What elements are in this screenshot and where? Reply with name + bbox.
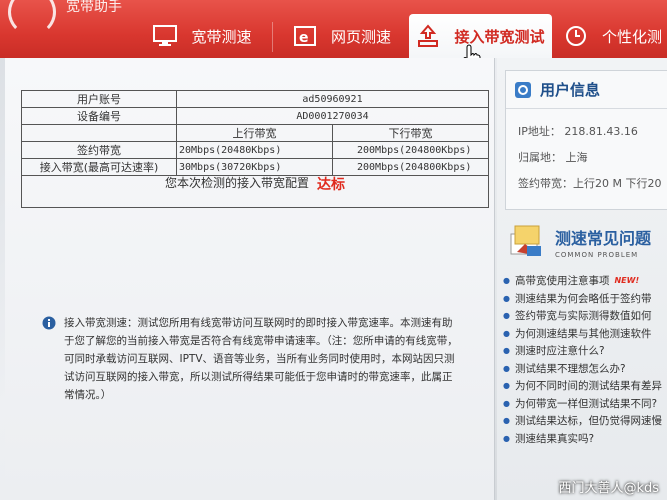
- speed-gauge-icon: [8, 0, 56, 36]
- bullet-icon: ●: [503, 398, 510, 408]
- browser-icon: e: [293, 24, 317, 48]
- upload-header: 上行带宽: [176, 124, 333, 142]
- user-contract: 签约带宽：上行20 M 下行20: [518, 177, 662, 190]
- device-value: AD0001270034: [176, 107, 489, 125]
- account-value: ad50960921: [176, 90, 489, 108]
- svg-text:e: e: [299, 30, 309, 46]
- faq-link[interactable]: 签约带宽与实际测得数值如何: [515, 308, 652, 323]
- table-row: 设备编号 AD0001270034: [21, 107, 489, 125]
- bullet-icon: ●: [503, 328, 510, 338]
- contract-label: 签约带宽: [21, 141, 177, 159]
- table-row: 上行带宽 下行带宽: [21, 124, 489, 142]
- bullet-icon: ●: [503, 381, 510, 391]
- result-status: 达标: [317, 177, 345, 193]
- faq-item[interactable]: ● 测速时应注意什么?: [503, 342, 667, 360]
- user-ip: IP地址： 218.81.43.16: [518, 125, 638, 138]
- user-info-header: 用户信息: [506, 71, 667, 109]
- user-info-title: 用户信息: [540, 81, 601, 99]
- user-info-panel: 用户信息 IP地址： 218.81.43.16 归属地： 上海 签约带宽：上行2…: [505, 70, 667, 210]
- download-header: 下行带宽: [332, 124, 489, 142]
- result-summary: 您本次检测的接入带宽配置 达标: [21, 168, 489, 208]
- empty-header-cell: [21, 124, 177, 142]
- faq-link[interactable]: 测试结果不理想怎么办?: [515, 361, 626, 376]
- main-panel: 用户账号 ad50960921 设备编号 AD0001270034 上行带宽 下…: [5, 58, 495, 500]
- table-row: 用户账号 ad50960921: [21, 90, 489, 108]
- contract-up-value: 20Mbps(20480Kbps): [176, 141, 333, 159]
- tab-broadband-speed[interactable]: 宽带测速: [135, 14, 270, 58]
- faq-link[interactable]: 为何测速结果与其他测速软件: [515, 326, 652, 341]
- description-block: 接入带宽测速：测试您所用有线宽带访问互联网时的即时接入带宽速率。本测速有助于您了…: [42, 314, 460, 404]
- info-icon: [42, 316, 56, 330]
- faq-item[interactable]: ● 为何测速结果与其他测速软件: [503, 325, 667, 343]
- faq-item[interactable]: ● 测速结果为何会略低于签约带: [503, 290, 667, 308]
- app-title: 宽带助手: [66, 0, 122, 15]
- tab-label: 个性化测: [602, 27, 663, 46]
- faq-link[interactable]: 测试结果达标，但仍觉得网速慢: [515, 413, 662, 428]
- bullet-icon: ●: [503, 363, 510, 373]
- monitor-icon: [153, 24, 178, 48]
- faq-link[interactable]: 测速结果为何会略低于签约带: [515, 291, 652, 306]
- right-sidebar: 用户信息 IP地址： 218.81.43.16 归属地： 上海 签约带宽：上行2…: [497, 58, 667, 500]
- bullet-icon: ●: [503, 416, 510, 426]
- user-location: 归属地： 上海: [518, 151, 588, 164]
- faq-link[interactable]: 为何带宽一样但测试结果不同?: [515, 396, 657, 411]
- faq-header: 测速常见问题 COMMON PROBLEM: [507, 218, 667, 266]
- result-text: 您本次检测的接入带宽配置: [164, 176, 309, 190]
- contract-down-value: 200Mbps(204800Kbps): [332, 141, 489, 159]
- tab-webpage-speed[interactable]: e 网页测速: [276, 14, 408, 58]
- tab-label: 网页测速: [330, 27, 391, 46]
- faq-item[interactable]: ● 测速结果真实吗?: [503, 430, 667, 448]
- faq-link[interactable]: 高带宽使用注意事项: [515, 273, 610, 288]
- bullet-icon: ●: [503, 293, 510, 303]
- new-badge: NEW!: [614, 276, 640, 286]
- account-label: 用户账号: [21, 90, 177, 108]
- tab-personalized-test[interactable]: 个性化测: [556, 14, 667, 58]
- faq-link[interactable]: 测速时应注意什么?: [515, 343, 605, 358]
- faq-item[interactable]: ● 测试结果达标，但仍觉得网速慢: [503, 412, 667, 430]
- faq-icon: [510, 225, 541, 256]
- faq-subtitle: COMMON PROBLEM: [555, 251, 639, 259]
- faq-list: ● 高带宽使用注意事项 NEW! ● 测速结果为何会略低于签约带 ● 签约带宽与实际测得…: [503, 272, 667, 447]
- user-info-icon: [515, 81, 531, 98]
- bandwidth-table: 用户账号 ad50960921 设备编号 AD0001270034 上行带宽 下…: [21, 90, 489, 176]
- tab-label: 宽带测速: [191, 27, 252, 46]
- description-text: 接入带宽测速：测试您所用有线宽带访问互联网时的即时接入带宽速率。本测速有助于您了…: [64, 317, 458, 401]
- app-logo: 宽带助手: [0, 0, 135, 58]
- upload-icon: [416, 24, 440, 48]
- faq-link[interactable]: 测速结果真实吗?: [515, 431, 594, 446]
- app-header: 宽带助手 宽带测速 e 网页测速 接入带宽测试 个性化测: [0, 0, 667, 58]
- faq-item[interactable]: ● 签约带宽与实际测得数值如何: [503, 307, 667, 325]
- table-row: 签约带宽 20Mbps(20480Kbps) 200Mbps(204800Kbp…: [21, 141, 489, 159]
- clock-icon: [564, 24, 588, 48]
- photo-watermark: 西门大善人@kds: [558, 481, 659, 496]
- bullet-icon: ●: [503, 433, 510, 443]
- faq-title: 测速常见问题: [555, 229, 652, 248]
- faq-item[interactable]: ● 为何带宽一样但测试结果不同?: [503, 395, 667, 413]
- faq-item[interactable]: ● 高带宽使用注意事项 NEW!: [503, 272, 667, 290]
- bullet-icon: ●: [503, 346, 510, 356]
- faq-link[interactable]: 为何不同时间的测试结果有差异: [515, 378, 662, 393]
- device-label: 设备编号: [21, 107, 177, 125]
- bullet-icon: ●: [503, 276, 510, 286]
- faq-item[interactable]: ● 测试结果不理想怎么办?: [503, 360, 667, 378]
- faq-item[interactable]: ● 为何不同时间的测试结果有差异: [503, 377, 667, 395]
- bullet-icon: ●: [503, 311, 510, 321]
